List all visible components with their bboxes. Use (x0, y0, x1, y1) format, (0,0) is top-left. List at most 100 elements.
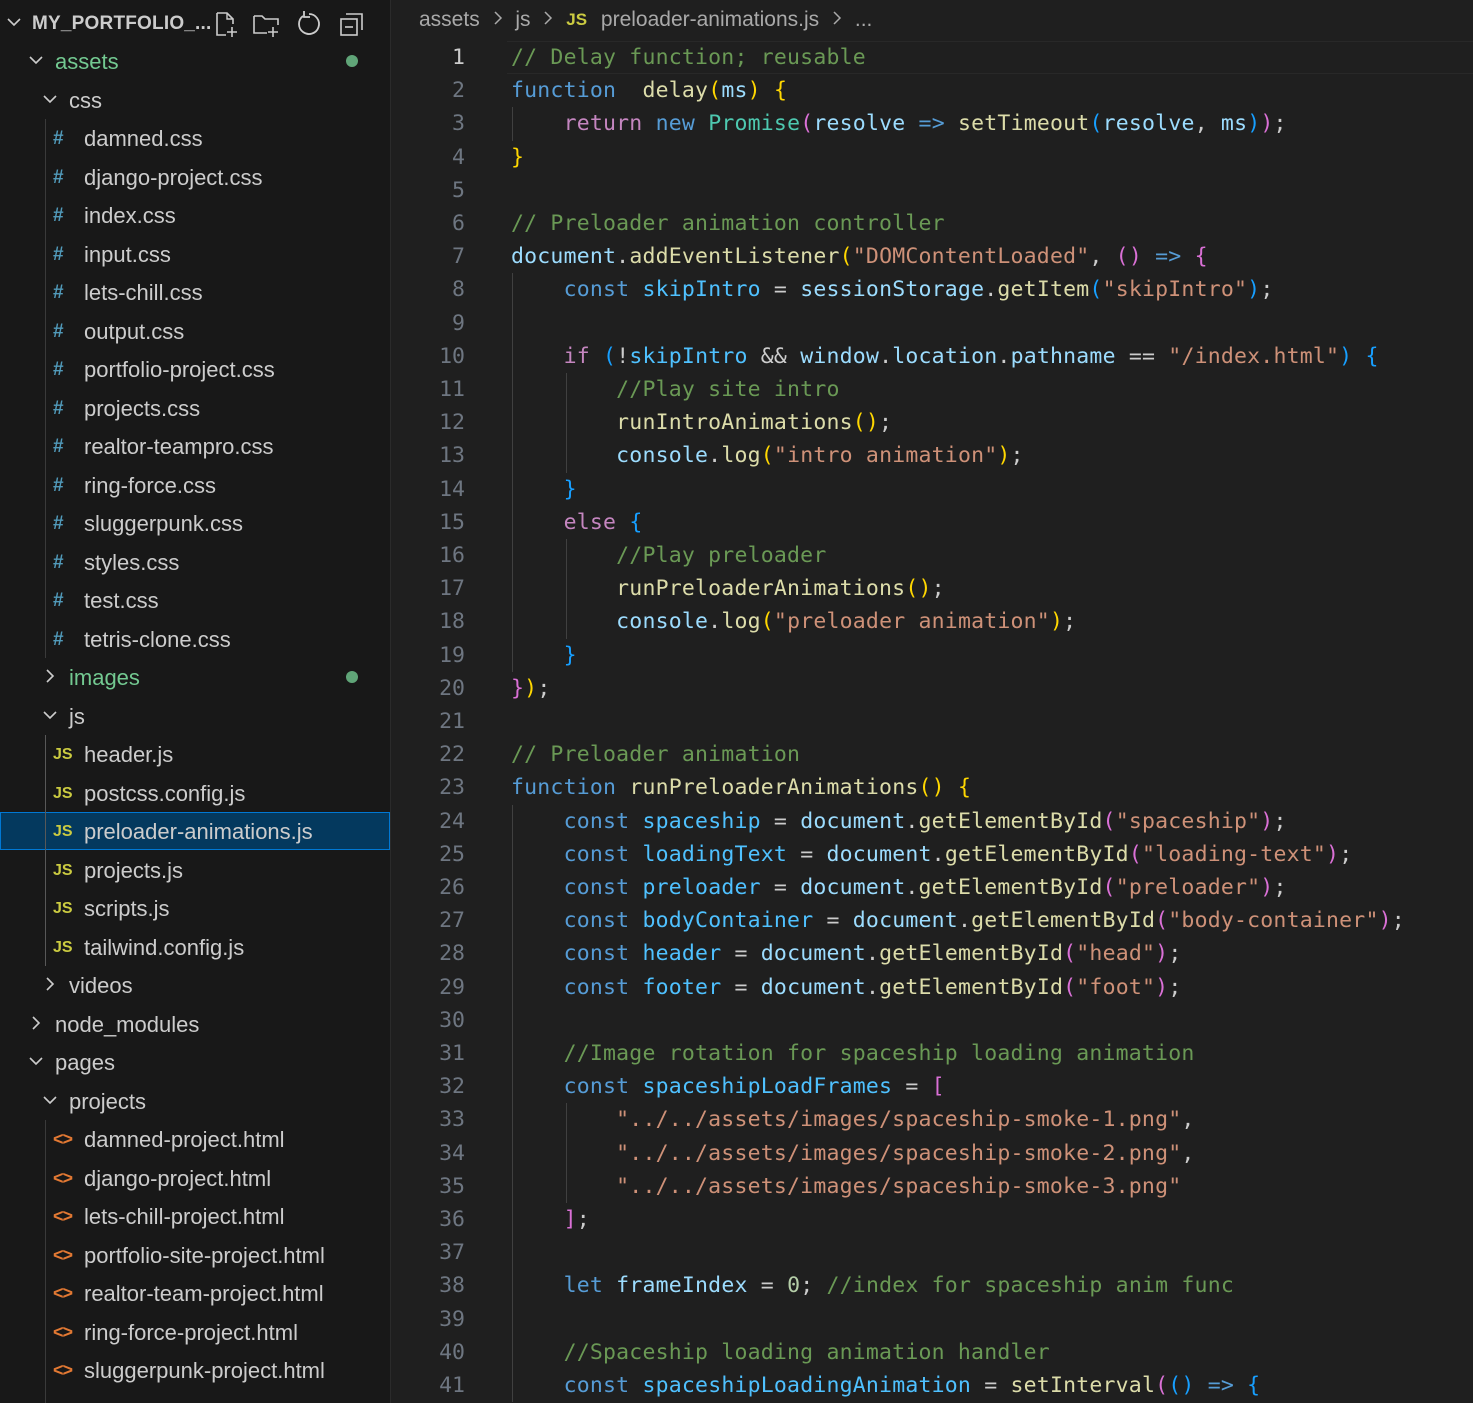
tree-file[interactable]: # django-project.css (0, 158, 390, 196)
code-line[interactable]: ]; (511, 1207, 590, 1232)
chevron-down-icon[interactable] (42, 707, 58, 723)
tree-folder[interactable]: assets (0, 42, 390, 80)
collapse-all-icon[interactable] (337, 10, 365, 38)
tree-file[interactable]: # index.css (0, 196, 390, 234)
new-file-icon[interactable] (212, 10, 240, 38)
refresh-icon[interactable] (295, 10, 323, 38)
tree-file[interactable]: # portfolio-project.css (0, 350, 390, 388)
code-line[interactable]: "../../assets/images/spaceship-smoke-3.p… (511, 1174, 1181, 1199)
tree-file[interactable]: # tetris-clone.css (0, 620, 390, 658)
tree-file[interactable]: # realtor-teampro.css (0, 427, 390, 465)
code-line[interactable]: const spaceship = document.getElementByI… (511, 809, 1287, 834)
tree-file[interactable]: <> damned-project.html (0, 1120, 390, 1158)
code-line[interactable]: let frameIndex = 0; //index for spaceshi… (511, 1273, 1234, 1298)
chevron-down-icon[interactable] (28, 1053, 44, 1069)
code-line[interactable]: "../../assets/images/spaceship-smoke-1.p… (511, 1107, 1195, 1132)
code-line[interactable]: console.log("preloader animation"); (511, 609, 1076, 634)
code-line[interactable]: //Spaceship loading animation handler (511, 1340, 1050, 1365)
tree-folder[interactable]: projects (0, 1082, 390, 1120)
tree-folder[interactable]: images (0, 658, 390, 696)
line-number: 36 (439, 1207, 465, 1232)
code-line[interactable]: const header = document.getElementById("… (511, 941, 1182, 966)
code-line[interactable]: return new Promise(resolve => setTimeout… (511, 111, 1287, 136)
breadcrumb-segment[interactable]: preloader-animations.js (601, 8, 819, 32)
tree-file[interactable]: JS preloader-animations.js (0, 812, 390, 850)
code-line[interactable]: } (511, 477, 577, 502)
code-line[interactable]: document.addEventListener("DOMContentLoa… (511, 244, 1208, 269)
line-number: 40 (439, 1339, 465, 1365)
tree-file[interactable]: # ring-force.css (0, 466, 390, 504)
breadcrumb-segment[interactable]: assets (419, 8, 480, 32)
code-line[interactable]: function delay(ms) { (511, 78, 787, 103)
code-line[interactable]: } (511, 643, 577, 668)
chevron-down-icon[interactable] (28, 52, 44, 68)
code-line[interactable]: const spaceshipLoadFrames = [ (511, 1074, 945, 1099)
chevron-down-icon[interactable] (6, 14, 22, 30)
tree-file[interactable]: JS tailwind.config.js (0, 928, 390, 966)
breadcrumb-segment[interactable]: js (515, 8, 530, 32)
line-number: 32 (439, 1074, 465, 1100)
tree-file[interactable]: # sluggerpunk.css (0, 504, 390, 542)
code-line[interactable]: //Play preloader (511, 543, 826, 568)
tree-file[interactable]: # styles.css (0, 543, 390, 581)
tree-file[interactable]: JS header.js (0, 735, 390, 773)
explorer-header[interactable]: MY_PORTFOLIO_... (0, 2, 390, 42)
code-line[interactable]: runPreloaderAnimations(); (511, 576, 945, 601)
chevron-right-icon[interactable] (28, 1015, 44, 1031)
line-number: 30 (439, 1007, 465, 1033)
tree-file[interactable]: # output.css (0, 312, 390, 350)
tree-file[interactable]: # test.css (0, 581, 390, 619)
tree-folder[interactable]: videos (0, 966, 390, 1004)
code-line[interactable]: if (!skipIntro && window.location.pathna… (511, 344, 1379, 369)
code-editor[interactable]: assets js JS preloader-animations.js ...… (391, 0, 1473, 1403)
chevron-right-icon[interactable] (42, 976, 58, 992)
tree-item-label: damned.css (84, 126, 203, 151)
line-number: 7 (452, 244, 465, 270)
tree-file[interactable]: <> lets-chill-project.html (0, 1197, 390, 1235)
code-line[interactable]: }); (511, 676, 550, 701)
breadcrumb-more[interactable]: ... (855, 8, 873, 32)
code-line[interactable]: // Delay function; reusable (511, 45, 866, 70)
tree-item-label: projects.js (84, 857, 184, 883)
tree-folder[interactable]: pages (0, 1043, 390, 1081)
tree-file[interactable]: JS postcss.config.js (0, 774, 390, 812)
tree-file[interactable]: <> django-project.html (0, 1159, 390, 1197)
code-line[interactable]: //Play site intro (511, 377, 840, 402)
chevron-down-icon[interactable] (42, 1092, 58, 1108)
tree-file[interactable]: JS projects.js (0, 851, 390, 889)
tree-file[interactable]: # input.css (0, 235, 390, 273)
tree-folder[interactable]: css (0, 81, 390, 119)
tree-file[interactable]: <> realtor-team-project.html (0, 1274, 390, 1312)
css-file-icon: # (53, 205, 64, 226)
tree-file[interactable]: # damned.css (0, 119, 390, 157)
code-line[interactable]: // Preloader animation controller (511, 211, 945, 236)
tree-file[interactable]: # projects.css (0, 389, 390, 427)
code-line[interactable]: else { (511, 510, 643, 535)
code-line[interactable]: const skipIntro = sessionStorage.getItem… (511, 277, 1274, 302)
line-number: 18 (439, 609, 465, 635)
tree-file[interactable]: JS scripts.js (0, 889, 390, 927)
tree-folder[interactable]: node_modules (0, 1005, 390, 1043)
code-line[interactable]: const bodyContainer = document.getElemen… (511, 908, 1405, 933)
new-folder-icon[interactable] (252, 10, 280, 38)
code-line[interactable]: const spaceshipLoadingAnimation = setInt… (511, 1373, 1261, 1398)
code-line[interactable]: // Preloader animation (511, 742, 800, 767)
tree-file[interactable]: <> portfolio-site-project.html (0, 1236, 390, 1274)
code-line[interactable]: function runPreloaderAnimations() { (511, 775, 971, 800)
tree-file[interactable]: # lets-chill.css (0, 273, 390, 311)
code-line[interactable]: const footer = document.getElementById("… (511, 975, 1182, 1000)
code-line[interactable]: const loadingText = document.getElementB… (511, 842, 1353, 867)
tree-item-label: preloader-animations.js (84, 819, 313, 844)
chevron-down-icon[interactable] (42, 91, 58, 107)
code-line[interactable]: } (511, 145, 524, 170)
tree-file[interactable]: <> sluggerpunk-project.html (0, 1351, 390, 1389)
code-line[interactable]: runIntroAnimations(); (511, 410, 892, 435)
code-line[interactable]: const preloader = document.getElementByI… (511, 875, 1287, 900)
code-line[interactable]: //Image rotation for spaceship loading a… (511, 1041, 1195, 1066)
tree-file[interactable]: <> ring-force-project.html (0, 1313, 390, 1351)
code-line[interactable]: console.log("intro animation"); (511, 443, 1024, 468)
tree-folder[interactable]: js (0, 697, 390, 735)
chevron-right-icon[interactable] (42, 668, 58, 684)
code-line[interactable]: "../../assets/images/spaceship-smoke-2.p… (511, 1141, 1195, 1166)
tree-item-label: pages (55, 1050, 115, 1075)
